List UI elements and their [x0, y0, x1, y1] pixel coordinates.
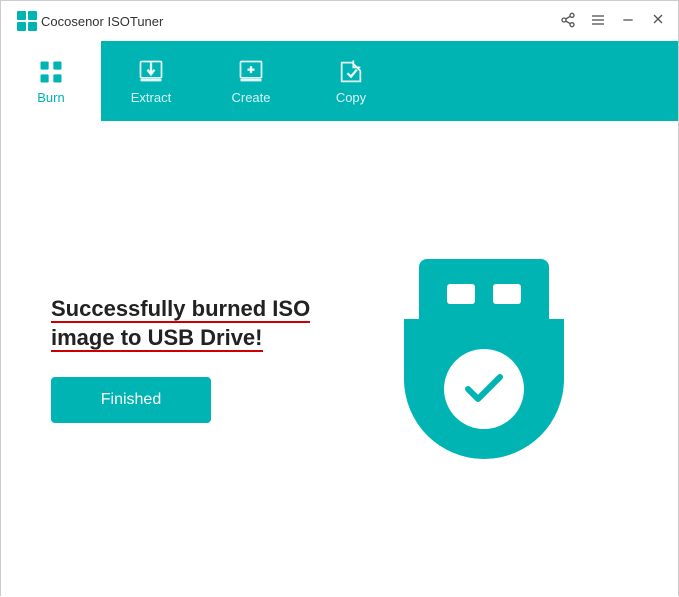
create-icon — [237, 58, 265, 86]
checkmark-icon — [460, 365, 508, 413]
usb-body — [404, 319, 564, 459]
tab-bar: Burn Extract Create Copy — [1, 41, 678, 121]
extract-icon — [137, 58, 165, 86]
title-bar: Cocosenor ISOTuner — [1, 1, 678, 41]
right-section — [340, 259, 629, 459]
tab-burn-label: Burn — [37, 90, 64, 105]
check-circle — [444, 349, 524, 429]
minimize-button[interactable] — [620, 12, 636, 31]
tab-extract-label: Extract — [131, 90, 171, 105]
share-icon[interactable] — [560, 12, 576, 31]
menu-icon[interactable] — [590, 12, 606, 31]
usb-slot-left — [447, 284, 475, 304]
app-title: Cocosenor ISOTuner — [41, 14, 560, 29]
burn-icon — [37, 58, 65, 86]
left-section: Successfully burned ISO image to USB Dri… — [51, 295, 340, 422]
main-content: Successfully burned ISO image to USB Dri… — [1, 121, 678, 597]
window-controls — [560, 11, 666, 32]
app-logo — [13, 7, 41, 35]
success-text: Successfully burned ISO image to USB Dri… — [51, 296, 310, 352]
usb-connector — [419, 259, 549, 319]
tab-copy-label: Copy — [336, 90, 366, 105]
usb-illustration — [404, 259, 564, 459]
tab-copy[interactable]: Copy — [301, 41, 401, 121]
tab-burn[interactable]: Burn — [1, 41, 101, 121]
tab-extract[interactable]: Extract — [101, 41, 201, 121]
usb-slot-right — [493, 284, 521, 304]
tab-create-label: Create — [231, 90, 270, 105]
close-button[interactable] — [650, 11, 666, 32]
success-message: Successfully burned ISO image to USB Dri… — [51, 295, 340, 352]
copy-icon — [337, 58, 365, 86]
finished-button[interactable]: Finished — [51, 377, 211, 423]
tab-create[interactable]: Create — [201, 41, 301, 121]
